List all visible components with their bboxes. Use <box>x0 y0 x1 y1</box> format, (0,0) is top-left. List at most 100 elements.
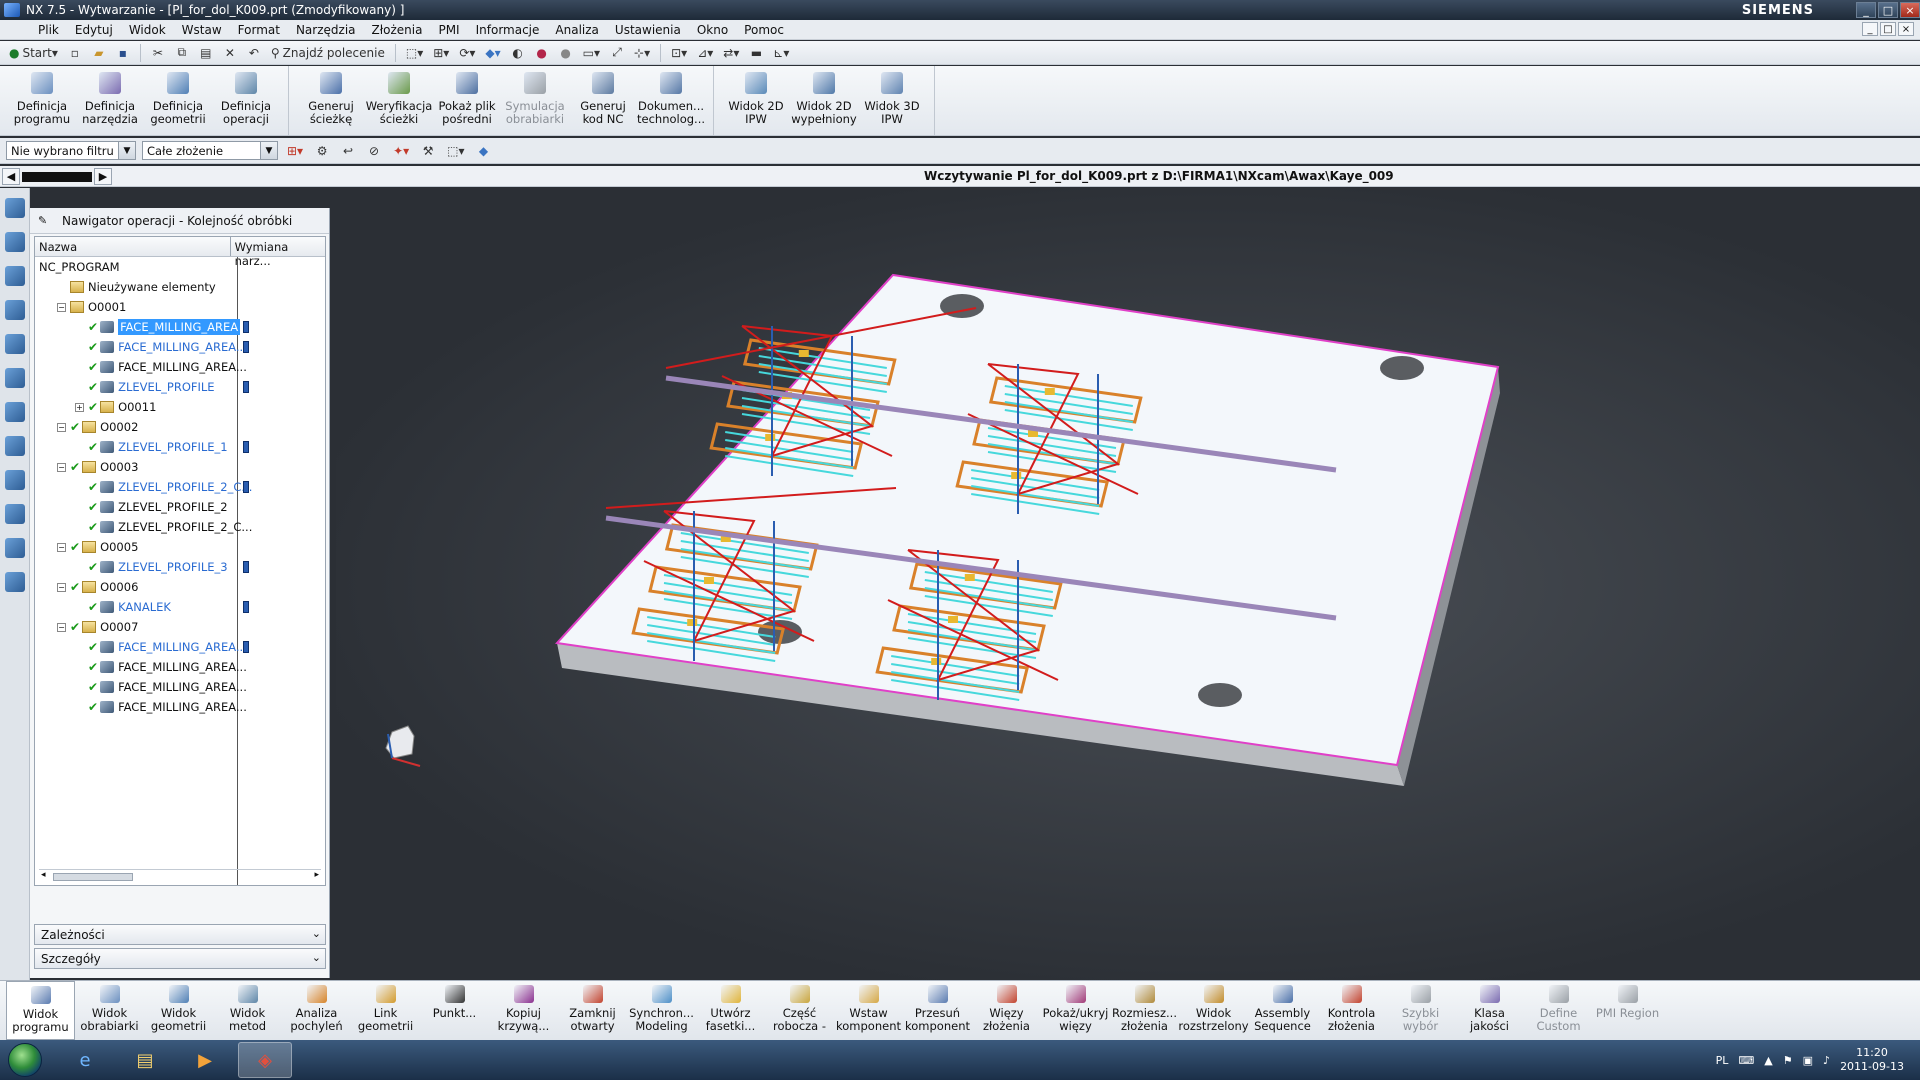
dependencies-panel[interactable]: Zależności ⌄ <box>34 924 326 945</box>
assembly-define-custom-button[interactable]: Define Custom <box>1524 981 1593 1040</box>
scroll-thumb[interactable] <box>53 873 133 881</box>
operation-row[interactable]: ✔ KANALEK <box>35 597 325 617</box>
assembly-synchron-modeling-button[interactable]: Synchron... Modeling <box>627 981 696 1040</box>
program-group-row[interactable]: − ✔ O0006 <box>35 577 325 597</box>
operation-row[interactable]: ✔ FACE_MILLING_AREA... <box>35 337 325 357</box>
measure-icon[interactable]: ⊾▾ <box>770 43 792 63</box>
tool-weryfikacja-cie-ki-button[interactable]: Weryfikacja ścieżki <box>365 66 433 135</box>
internet-explorer-icon[interactable]: e <box>58 1042 112 1078</box>
keyboard-icon[interactable]: ⌨ <box>1738 1054 1754 1067</box>
paste-icon[interactable]: ▤ <box>196 43 216 63</box>
operation-row[interactable]: ✔ FACE_MILLING_AREA... <box>35 637 325 657</box>
tool-poka-plik-po-redni-button[interactable]: Pokaż plik pośredni <box>433 66 501 135</box>
scroll-right-icon[interactable]: ▸ <box>314 870 319 880</box>
details-panel[interactable]: Szczegóły ⌄ <box>34 948 326 969</box>
tool-definicja-operacji-button[interactable]: Definicja operacji <box>212 66 280 135</box>
expand-icon[interactable]: + <box>75 402 84 412</box>
menu-pomoc[interactable]: Pomoc <box>736 23 792 37</box>
assembly-cz-robocza-button[interactable]: Część robocza - <box>765 981 834 1040</box>
file-explorer-icon[interactable]: ▤ <box>118 1042 172 1078</box>
save-icon[interactable]: ▪ <box>113 43 133 63</box>
graphics-viewport[interactable] <box>336 188 1920 980</box>
system-scenes-tab-icon[interactable] <box>5 538 25 558</box>
minimize-icon[interactable]: _ <box>1856 2 1876 18</box>
select-point-icon[interactable]: ✦▾ <box>390 141 412 161</box>
find-command-button[interactable]: ⚲ Znajdź polecenie <box>268 43 388 63</box>
operation-row[interactable]: ✔ ZLEVEL_PROFILE_2 <box>35 497 325 517</box>
tool-definicja-geometrii-button[interactable]: Definicja geometrii <box>144 66 212 135</box>
rotate-icon[interactable]: ⟳▾ <box>456 43 478 63</box>
horizontal-scrollbar[interactable]: ◂ ▸ <box>39 869 321 883</box>
clock[interactable]: 11:20 2011-09-13 <box>1840 1046 1904 1074</box>
tool-widok-2d-ipw-button[interactable]: Widok 2D IPW <box>722 66 790 135</box>
column-tool-change-header[interactable]: Wymiana narz... <box>231 237 325 268</box>
assembly-widok-metod-button[interactable]: Widok metod <box>213 981 282 1040</box>
menu-z-o-enia[interactable]: Złożenia <box>364 23 431 37</box>
assembly-wstaw-komponent-button[interactable]: Wstaw komponent <box>834 981 903 1040</box>
network-icon[interactable]: ▣ <box>1803 1054 1813 1067</box>
menu-plik[interactable]: Plik <box>30 23 67 37</box>
program-group-row[interactable]: Nieużywane elementy <box>35 277 325 297</box>
pin-icon[interactable]: ✎ <box>38 214 52 228</box>
ruler-icon[interactable]: ▬ <box>746 43 766 63</box>
wcs-icon[interactable]: ⊡▾ <box>668 43 690 63</box>
reuse-library-tab-icon[interactable] <box>5 334 25 354</box>
new-file-icon[interactable]: ▫ <box>65 43 85 63</box>
chevron-left-icon[interactable]: ◀ <box>2 168 20 185</box>
operation-row[interactable]: ✔ ZLEVEL_PROFILE_3 <box>35 557 325 577</box>
assembly-widok-obrabiarki-button[interactable]: Widok obrabiarki <box>75 981 144 1040</box>
operation-row[interactable]: ✔ ZLEVEL_PROFILE_2_C... <box>35 517 325 537</box>
assembly-wi-zy-z-o-enia-button[interactable]: Więzy złożenia <box>972 981 1041 1040</box>
filter-reset-icon[interactable]: ⚙ <box>312 141 332 161</box>
operation-row[interactable]: ✔ ZLEVEL_PROFILE <box>35 377 325 397</box>
tool-widok-3d-ipw-button[interactable]: Widok 3D IPW <box>858 66 926 135</box>
menu-wstaw[interactable]: Wstaw <box>174 23 230 37</box>
assembly-analiza-pochyle-button[interactable]: Analiza pochyleń <box>282 981 351 1040</box>
menu-ustawienia[interactable]: Ustawienia <box>607 23 689 37</box>
process-studio-tab-icon[interactable] <box>5 470 25 490</box>
assembly-widok-rozstrzelony-button[interactable]: Widok rozstrzelony <box>1178 981 1249 1040</box>
transform-icon[interactable]: ⇄▾ <box>720 43 742 63</box>
assembly-utw-rz-fasetki-button[interactable]: Utwórz fasetki... <box>696 981 765 1040</box>
tool-definicja-narz-dzia-button[interactable]: Definicja narzędzia <box>76 66 144 135</box>
tool-widok-2d-wype-niony-button[interactable]: Widok 2D wypełniony <box>790 66 858 135</box>
program-group-row[interactable]: − ✔ O0007 <box>35 617 325 637</box>
maximize-icon[interactable]: □ <box>1878 2 1898 18</box>
menu-edytuj[interactable]: Edytuj <box>67 23 121 37</box>
assembly-widok-geometrii-button[interactable]: Widok geometrii <box>144 981 213 1040</box>
part-navigator-tab-icon[interactable] <box>5 300 25 320</box>
assembly-navigator-tab-icon[interactable] <box>5 266 25 286</box>
snap-icon[interactable]: ⤢ <box>607 43 627 63</box>
collapse-icon[interactable]: − <box>57 582 66 592</box>
shaded-cube-icon[interactable]: ◆▾ <box>482 43 503 63</box>
color-sphere-icon[interactable]: ● <box>532 43 552 63</box>
tool-generuj-cie-k-button[interactable]: Generuj ścieżkę <box>297 66 365 135</box>
start-button[interactable]: ● Start ▾ <box>6 43 61 63</box>
machine-tool-tab-icon[interactable] <box>5 232 25 252</box>
roles-tab-icon[interactable] <box>5 504 25 524</box>
history-tab-icon[interactable] <box>5 402 25 422</box>
type-filter-select[interactable]: Nie wybrano filtru ▼ <box>6 141 136 160</box>
operation-row[interactable]: ✔ FACE_MILLING_AREA... <box>35 357 325 377</box>
rectangle-select-icon[interactable]: ⬚▾ <box>444 141 467 161</box>
snap-options-icon[interactable]: ⊞▾ <box>284 141 306 161</box>
volume-icon[interactable]: ♪ <box>1823 1054 1830 1067</box>
scroll-left-icon[interactable]: ◂ <box>41 870 46 880</box>
assembly-scope-select[interactable]: Całe złożenie ▼ <box>142 141 278 160</box>
sphere-icon[interactable]: ● <box>556 43 576 63</box>
system-materials-tab-icon[interactable] <box>5 436 25 456</box>
menu-format[interactable]: Format <box>230 23 288 37</box>
assembly-pmi-region-button[interactable]: PMI Region <box>1593 981 1662 1040</box>
tool-definicja-programu-button[interactable]: Definicja programu <box>8 66 76 135</box>
program-group-row[interactable]: − O0001 <box>35 297 325 317</box>
assembly-widok-programu-button[interactable]: Widok programu <box>6 981 75 1040</box>
operation-row[interactable]: ✔ ZLEVEL_PROFILE_2_C... <box>35 477 325 497</box>
flag-icon[interactable]: ⚑ <box>1783 1054 1793 1067</box>
operation-row[interactable]: ✔ FACE_MILLING_AREA... <box>35 697 325 717</box>
assembly-przesu-komponent-button[interactable]: Przesuń komponent <box>903 981 972 1040</box>
assembly-szybki-wyb-r-button[interactable]: Szybki wybór <box>1386 981 1455 1040</box>
tray-expand-icon[interactable]: ▲ <box>1764 1054 1772 1067</box>
assembly-poka-ukryj-wi-zy-button[interactable]: Pokaż/ukryj więzy <box>1041 981 1110 1040</box>
mdi-restore-icon[interactable]: □ <box>1880 22 1896 36</box>
assembly-zamknij-otwarty-button[interactable]: Zamknij otwarty <box>558 981 627 1040</box>
